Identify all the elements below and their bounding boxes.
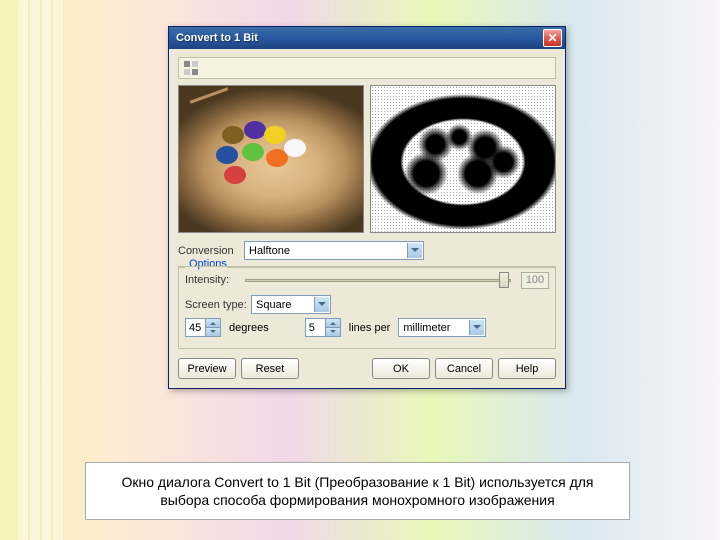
spin-up-icon[interactable] xyxy=(205,319,220,328)
spin-down-icon[interactable] xyxy=(325,328,340,336)
intensity-value: 100 xyxy=(521,272,549,289)
angle-spinner[interactable]: 45 xyxy=(185,318,221,337)
lines-value: 5 xyxy=(309,322,315,334)
original-preview[interactable] xyxy=(178,85,364,233)
angle-unit: degrees xyxy=(229,322,269,334)
dialog-title: Convert to 1 Bit xyxy=(172,32,543,44)
spin-up-icon[interactable] xyxy=(325,319,340,328)
preview-mode-icon[interactable] xyxy=(180,59,202,77)
screen-type-value: Square xyxy=(256,299,291,311)
convert-to-1bit-dialog: Convert to 1 Bit ✕ Conversion xyxy=(168,26,566,389)
spin-down-icon[interactable] xyxy=(205,328,220,336)
reset-button[interactable]: Reset xyxy=(241,358,299,379)
preview-button[interactable]: Preview xyxy=(178,358,236,379)
decorative-stripes xyxy=(18,0,63,540)
conversion-label: Conversion xyxy=(178,245,240,257)
halftone-image xyxy=(371,86,555,232)
help-button[interactable]: Help xyxy=(498,358,556,379)
lines-unit: lines per xyxy=(349,322,391,334)
preview-panes xyxy=(178,85,556,233)
unit-select[interactable]: millimeter xyxy=(398,318,486,337)
screen-type-label: Screen type: xyxy=(185,299,247,311)
lines-spinner[interactable]: 5 xyxy=(305,318,341,337)
angle-value: 45 xyxy=(189,322,201,334)
chevron-down-icon xyxy=(469,320,484,335)
slide-caption: Окно диалога Convert to 1 Bit (Преобразо… xyxy=(85,462,630,520)
dialog-toolbar xyxy=(178,57,556,79)
cancel-button[interactable]: Cancel xyxy=(435,358,493,379)
intensity-label: Intensity: xyxy=(185,274,235,286)
palette-image xyxy=(179,86,363,232)
titlebar[interactable]: Convert to 1 Bit ✕ xyxy=(169,27,565,49)
result-preview[interactable] xyxy=(370,85,556,233)
conversion-select[interactable]: Halftone xyxy=(244,241,424,260)
intensity-slider[interactable] xyxy=(245,271,511,289)
close-icon[interactable]: ✕ xyxy=(543,29,562,47)
slider-thumb[interactable] xyxy=(499,272,509,288)
screen-type-select[interactable]: Square xyxy=(251,295,331,314)
chevron-down-icon xyxy=(407,243,422,258)
conversion-value: Halftone xyxy=(249,245,290,257)
chevron-down-icon xyxy=(314,297,329,312)
ok-button[interactable]: OK xyxy=(372,358,430,379)
unit-value: millimeter xyxy=(403,322,450,334)
